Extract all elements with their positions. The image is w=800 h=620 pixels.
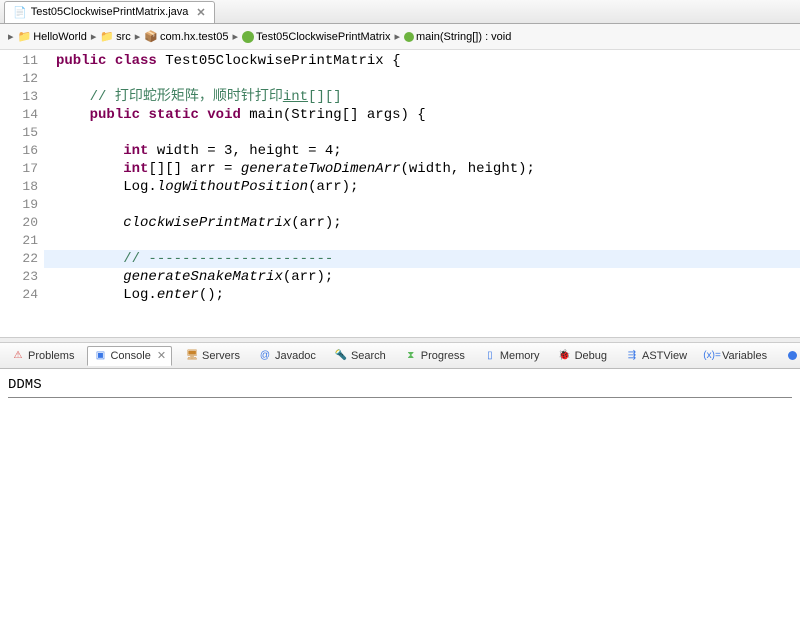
line-number: 24 — [0, 286, 44, 304]
bottom-panel-tabs: ⚠ Problems ▣ Console ✕ 🖥 Servers @ Javad… — [0, 343, 800, 369]
line-number: 14 — [0, 106, 44, 124]
line-number: 16 — [0, 142, 44, 160]
tab-javadoc[interactable]: @ Javadoc — [253, 347, 321, 365]
code-line[interactable] — [44, 196, 800, 214]
console-output[interactable]: DDMS — [0, 369, 800, 412]
line-number: 21 — [0, 232, 44, 250]
line-number: 11 — [0, 52, 44, 70]
code-line[interactable]: generateSnakeMatrix(arr); — [44, 268, 800, 286]
breadcrumb-item-class[interactable]: Test05ClockwisePrintMatrix — [242, 31, 390, 43]
chevron-right-icon: ▸ — [91, 30, 97, 43]
line-number: 22 — [0, 250, 44, 268]
editor-tab-label: Test05ClockwisePrintMatrix.java — [31, 6, 189, 18]
tab-memory[interactable]: ▯ Memory — [478, 347, 545, 365]
tab-console[interactable]: ▣ Console ✕ — [87, 346, 172, 366]
tab-search[interactable]: 🔦 Search — [329, 347, 391, 365]
breadcrumb-item-src[interactable]: 📁 src — [100, 30, 130, 43]
console-icon: ▣ — [93, 349, 107, 363]
debug-icon: 🐞 — [558, 349, 572, 363]
code-line[interactable]: // ---------------------- — [44, 250, 800, 268]
code-line[interactable]: Log.logWithoutPosition(arr); — [44, 178, 800, 196]
tab-debug[interactable]: 🐞 Debug — [553, 347, 612, 365]
line-number: 20 — [0, 214, 44, 232]
tab-breakpoints[interactable]: Breakp — [780, 347, 800, 365]
editor-tab[interactable]: 📄 Test05ClockwisePrintMatrix.java ✕ — [4, 1, 215, 23]
line-number: 19 — [0, 196, 44, 214]
code-line[interactable]: clockwisePrintMatrix(arr); — [44, 214, 800, 232]
code-line[interactable] — [44, 232, 800, 250]
package-icon: 📦 — [144, 30, 158, 43]
chevron-right-icon: ▸ — [232, 30, 238, 43]
code-line[interactable]: Log.enter(); — [44, 286, 800, 304]
chevron-right-icon: ▸ — [394, 30, 400, 43]
java-file-icon: 📄 — [13, 6, 27, 19]
breadcrumb: ▸ 📁 HelloWorld ▸ 📁 src ▸ 📦 com.hx.test05… — [0, 24, 800, 50]
code-area[interactable]: public class Test05ClockwisePrintMatrix … — [44, 50, 800, 304]
close-icon[interactable]: ✕ — [196, 6, 205, 19]
tab-variables[interactable]: (x)= Variables — [700, 347, 772, 365]
line-number-gutter: 1112131415161718192021222324 — [0, 50, 44, 304]
search-icon: 🔦 — [334, 349, 348, 363]
code-line[interactable]: int[][] arr = generateTwoDimenArr(width,… — [44, 160, 800, 178]
breadcrumb-nav-icon[interactable]: ▸ — [8, 30, 14, 43]
line-number: 17 — [0, 160, 44, 178]
tab-servers[interactable]: 🖥 Servers — [180, 347, 245, 365]
line-number: 15 — [0, 124, 44, 142]
chevron-right-icon: ▸ — [135, 30, 141, 43]
editor-tab-bar: 📄 Test05ClockwisePrintMatrix.java ✕ — [0, 0, 800, 24]
code-line[interactable] — [44, 70, 800, 88]
tab-problems[interactable]: ⚠ Problems — [6, 347, 79, 365]
breadcrumb-item-project[interactable]: 📁 HelloWorld — [18, 30, 87, 43]
code-editor[interactable]: 1112131415161718192021222324 public clas… — [0, 50, 800, 337]
line-number: 23 — [0, 268, 44, 286]
class-icon — [242, 31, 254, 43]
method-icon — [404, 32, 414, 42]
line-number: 12 — [0, 70, 44, 88]
variables-icon: (x)= — [705, 349, 719, 363]
code-line[interactable]: int width = 3, height = 4; — [44, 142, 800, 160]
servers-icon: 🖥 — [185, 349, 199, 363]
code-line[interactable]: public class Test05ClockwisePrintMatrix … — [44, 52, 800, 70]
code-line[interactable] — [44, 124, 800, 142]
breadcrumb-item-package[interactable]: 📦 com.hx.test05 — [144, 30, 228, 43]
code-line[interactable]: public static void main(String[] args) { — [44, 106, 800, 124]
tab-progress[interactable]: ⧗ Progress — [399, 347, 470, 365]
breakpoints-icon — [785, 349, 799, 363]
line-number: 18 — [0, 178, 44, 196]
astview-icon: ⇶ — [625, 349, 639, 363]
memory-icon: ▯ — [483, 349, 497, 363]
breadcrumb-item-method[interactable]: main(String[]) : void — [404, 31, 511, 43]
code-line[interactable]: // 打印蛇形矩阵，顺时针打印int[][] — [44, 88, 800, 106]
project-icon: 📁 — [18, 30, 32, 43]
folder-icon: 📁 — [100, 30, 114, 43]
javadoc-icon: @ — [258, 349, 272, 363]
progress-icon: ⧗ — [404, 349, 418, 363]
problems-icon: ⚠ — [11, 349, 25, 363]
console-title: DDMS — [8, 377, 792, 398]
line-number: 13 — [0, 88, 44, 106]
tab-astview[interactable]: ⇶ ASTView — [620, 347, 692, 365]
close-icon[interactable]: ✕ — [157, 349, 166, 362]
